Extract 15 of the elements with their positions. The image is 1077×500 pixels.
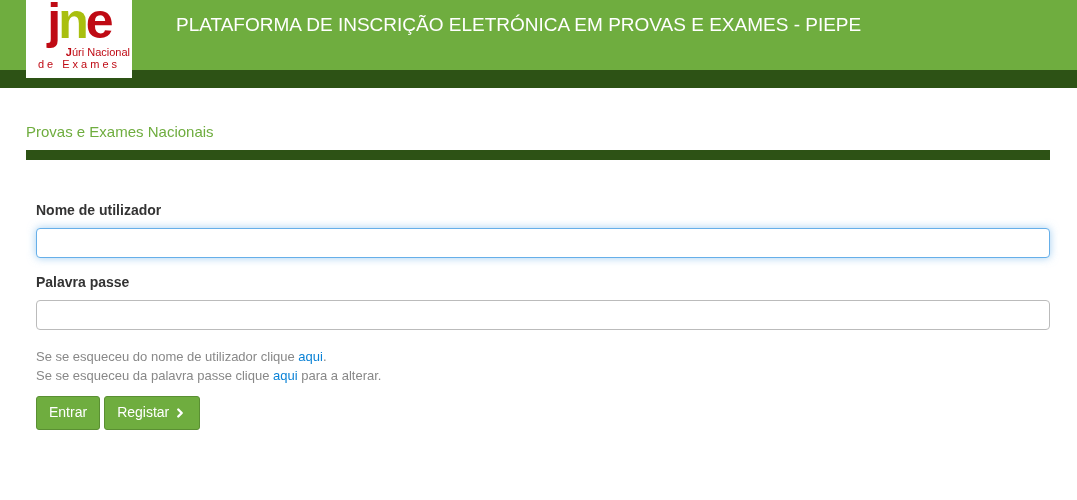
logo-line: de Exames: [38, 58, 120, 70]
input-field[interactable]: [36, 227, 1050, 258]
section-title: Provas e Exames Nacionais: [26, 122, 215, 142]
field-label: Palavra passe: [36, 272, 131, 292]
platform-title: PLATAFORMA DE INSCRIÇÃO ELETRÓNICA EM PROVAS E EXAMES - PIEPE: [176, 12, 862, 37]
login-button[interactable]: Entrar: [36, 395, 101, 430]
link[interactable]: aqui: [298, 348, 323, 364]
input-field[interactable]: [36, 299, 1050, 330]
logo-line: Júri Nacional: [65, 46, 131, 58]
link[interactable]: aqui: [273, 367, 298, 383]
help-text: Se se esqueceu do nome de utilizador clique aqui.: [36, 347, 328, 365]
logo-letters: jne: [47, 0, 111, 46]
register-button[interactable]: Registar: [104, 395, 201, 430]
field-label: Nome de utilizador: [36, 200, 163, 220]
help-text: Se se esqueceu da palavra passe clique aqui para a alterar.: [36, 366, 383, 384]
